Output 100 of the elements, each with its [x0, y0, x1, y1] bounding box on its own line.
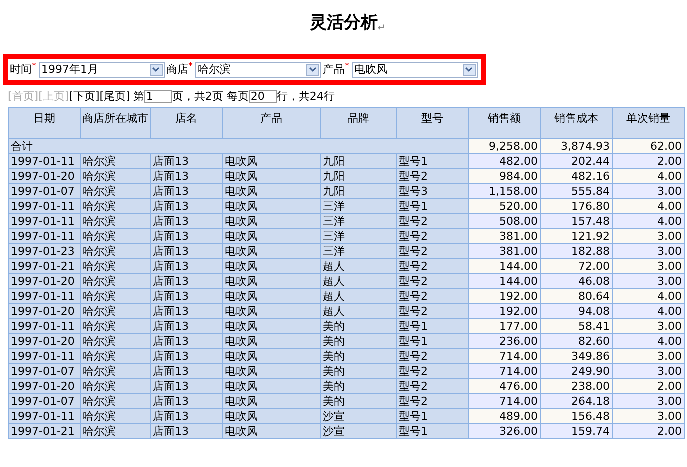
table-cell: 1997-01-11 — [8, 318, 80, 334]
table-cell: 72.00 — [540, 258, 612, 274]
table-cell: 1997-01-20 — [8, 168, 80, 184]
column-header: 日期 — [8, 108, 80, 138]
table-cell: 1997-01-20 — [8, 274, 80, 288]
table-cell: 192.00 — [468, 304, 540, 318]
table-cell: 哈尔滨 — [80, 258, 150, 274]
table-cell: 哈尔滨 — [80, 168, 150, 184]
table-cell: 144.00 — [468, 258, 540, 274]
table-cell: 哈尔滨 — [80, 214, 150, 228]
chevron-down-icon — [308, 66, 316, 72]
table-cell: 电吹风 — [222, 364, 320, 378]
table-cell: 电吹风 — [222, 304, 320, 318]
dropdown-button[interactable] — [150, 64, 162, 76]
table-cell: 80.64 — [540, 288, 612, 304]
table-cell: 电吹风 — [222, 334, 320, 348]
table-cell: 1997-01-11 — [8, 408, 80, 424]
table-cell: 3.00 — [612, 348, 684, 364]
table-cell: 1997-01-07 — [8, 184, 80, 198]
table-cell: 电吹风 — [222, 154, 320, 168]
pager-link[interactable]: [下页] — [69, 88, 100, 104]
table-cell: 型号2 — [396, 348, 468, 364]
table-cell: 美的 — [320, 364, 396, 378]
table-cell: 型号2 — [396, 214, 468, 228]
table-cell: 店面13 — [150, 198, 222, 214]
pager-text: 第 — [133, 88, 144, 104]
table-cell: 1997-01-11 — [8, 198, 80, 214]
table-cell: 店面13 — [150, 228, 222, 244]
table-cell: 电吹风 — [222, 274, 320, 288]
table-cell: 714.00 — [468, 364, 540, 378]
pager-link[interactable]: [尾页] — [100, 88, 130, 104]
table-cell: 哈尔滨 — [80, 378, 150, 394]
dropdown-button[interactable] — [462, 64, 476, 76]
table-cell: 哈尔滨 — [80, 334, 150, 348]
table-cell: 美的 — [320, 348, 396, 364]
table-cell: 九阳 — [320, 168, 396, 184]
table-cell: 176.80 — [540, 198, 612, 214]
dropdown-field[interactable]: 1997年1月 — [38, 62, 164, 78]
table-cell: 型号2 — [396, 168, 468, 184]
table-cell: 哈尔滨 — [80, 184, 150, 198]
table-cell: 3.00 — [612, 318, 684, 334]
table-cell: 2.00 — [612, 378, 684, 394]
table-cell: 超人 — [320, 274, 396, 288]
table-cell: 型号1 — [396, 318, 468, 334]
dropdown-field[interactable]: 哈尔滨 — [195, 62, 321, 78]
table-cell: 4.00 — [612, 198, 684, 214]
table-cell: 192.00 — [468, 288, 540, 304]
table-cell: 型号2 — [396, 364, 468, 378]
table-cell: 3.00 — [612, 258, 684, 274]
table-cell: 121.92 — [540, 228, 612, 244]
table-cell: 381.00 — [468, 244, 540, 258]
table-cell: 520.00 — [468, 198, 540, 214]
table-cell: 381.00 — [468, 228, 540, 244]
table-cell: 4.00 — [612, 214, 684, 228]
table-cell: 哈尔滨 — [80, 394, 150, 408]
table-cell: 4.00 — [612, 168, 684, 184]
table-cell: 店面13 — [150, 184, 222, 198]
table-cell: 1997-01-11 — [8, 154, 80, 168]
table-cell: 哈尔滨 — [80, 318, 150, 334]
table-cell: 超人 — [320, 258, 396, 274]
table-cell: 店面13 — [150, 334, 222, 348]
table-cell: 555.84 — [540, 184, 612, 198]
table-cell: 电吹风 — [222, 424, 320, 438]
column-header: 单次销量 — [612, 108, 684, 138]
table-cell: 电吹风 — [222, 408, 320, 424]
table-cell: 九阳 — [320, 184, 396, 198]
table-cell: 1997-01-11 — [8, 348, 80, 364]
table-cell: 3.00 — [612, 274, 684, 288]
column-header: 产品 — [222, 108, 320, 138]
table-cell: 482.00 — [468, 154, 540, 168]
pager-text: 行，共24行 — [276, 88, 335, 104]
table-cell: 46.08 — [540, 274, 612, 288]
table-cell: 电吹风 — [222, 378, 320, 394]
table-cell: 哈尔滨 — [80, 348, 150, 364]
column-header: 商店所在城市 — [80, 108, 150, 138]
dropdown-field[interactable]: 电吹风 — [352, 62, 478, 78]
dropdown-button[interactable] — [306, 64, 319, 76]
table-cell: 店面13 — [150, 348, 222, 364]
table-cell: 三洋 — [320, 244, 396, 258]
table-cell: 哈尔滨 — [80, 228, 150, 244]
table-cell: 哈尔滨 — [80, 198, 150, 214]
table-cell: 1997-01-21 — [8, 424, 80, 438]
table-cell: 电吹风 — [222, 228, 320, 244]
table-cell: 249.90 — [540, 364, 612, 378]
table-cell: 型号2 — [396, 378, 468, 394]
table-cell: 电吹风 — [222, 258, 320, 274]
table-cell: 店面13 — [150, 424, 222, 438]
table-cell: 九阳 — [320, 154, 396, 168]
table-cell: 508.00 — [468, 214, 540, 228]
table-cell: 326.00 — [468, 424, 540, 438]
table-cell: 店面13 — [150, 214, 222, 228]
page-input[interactable]: 1 — [144, 90, 172, 102]
page-size-input[interactable]: 20 — [248, 90, 277, 102]
table-cell: 1997-01-07 — [8, 394, 80, 408]
table-cell: 电吹风 — [222, 184, 320, 198]
table-cell: 4.00 — [612, 334, 684, 348]
table-cell: 82.60 — [540, 334, 612, 348]
table-cell: 349.86 — [540, 348, 612, 364]
table-cell: 店面13 — [150, 304, 222, 318]
table-cell: 182.88 — [540, 244, 612, 258]
